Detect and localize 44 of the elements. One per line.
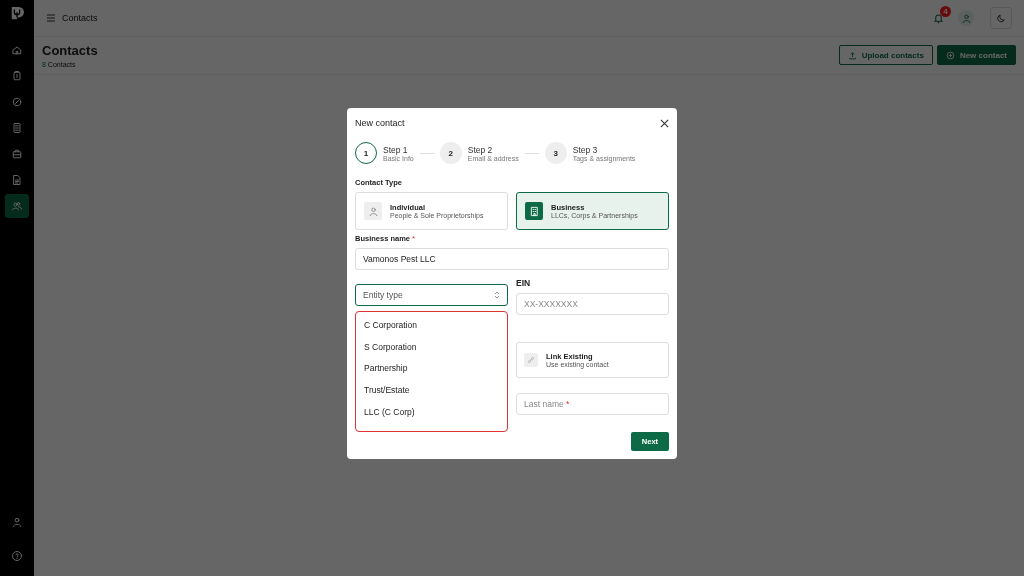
page-title: Contacts: [62, 13, 98, 23]
sidebar-item[interactable]: [5, 194, 29, 218]
person-icon: [11, 516, 23, 528]
person-icon: [367, 205, 379, 217]
page-heading: Contacts: [42, 43, 98, 58]
briefcase-icon: [11, 148, 23, 160]
select-field[interactable]: Entity type: [355, 284, 508, 306]
input-field[interactable]: XX-XXXXXXX: [516, 293, 669, 315]
plus-circle-icon: [945, 50, 955, 60]
dialog-title: New contact: [355, 118, 405, 128]
menu-icon[interactable]: [46, 13, 56, 23]
clipboard-icon: [11, 70, 23, 82]
person-icon: [960, 12, 972, 24]
theme-toggle[interactable]: [990, 7, 1012, 29]
people-icon: [11, 200, 23, 212]
dropdown-option[interactable]: S Corporation: [364, 335, 499, 358]
step-number: 1: [355, 142, 377, 164]
step-title: Step 2: [467, 144, 494, 155]
help-icon: [11, 550, 23, 562]
chevron-updown-icon: [494, 291, 500, 299]
link-icon: [526, 355, 536, 365]
step-number: 3: [544, 142, 567, 164]
document-icon: [11, 174, 23, 186]
step-title: Step 3: [572, 144, 599, 155]
dropdown-option[interactable]: Trust/Estate: [364, 379, 499, 402]
logo-icon[interactable]: [10, 6, 24, 20]
dropdown-option[interactable]: LLC (C Corp): [364, 401, 499, 423]
step-title: Step 1: [383, 144, 409, 155]
field-label: EIN: [516, 278, 532, 288]
calculator-icon: [11, 122, 23, 134]
dropdown-option[interactable]: C Corporation: [364, 314, 499, 336]
close-button[interactable]: [660, 118, 669, 128]
moon-icon: [995, 12, 1007, 24]
dropdown-option[interactable]: Partnership: [364, 357, 499, 380]
upload-icon: [847, 50, 857, 60]
step-number: 2: [439, 142, 462, 164]
building-icon: [528, 205, 540, 217]
bell-icon[interactable]: [933, 12, 944, 24]
notification-badge: 4: [940, 5, 951, 17]
input-field[interactable]: Last name *: [516, 393, 669, 415]
gauge-icon: [11, 96, 23, 108]
avatar[interactable]: [958, 10, 974, 26]
home-icon: [11, 44, 23, 56]
input-field[interactable]: Vamonos Pest LLC: [355, 248, 669, 270]
